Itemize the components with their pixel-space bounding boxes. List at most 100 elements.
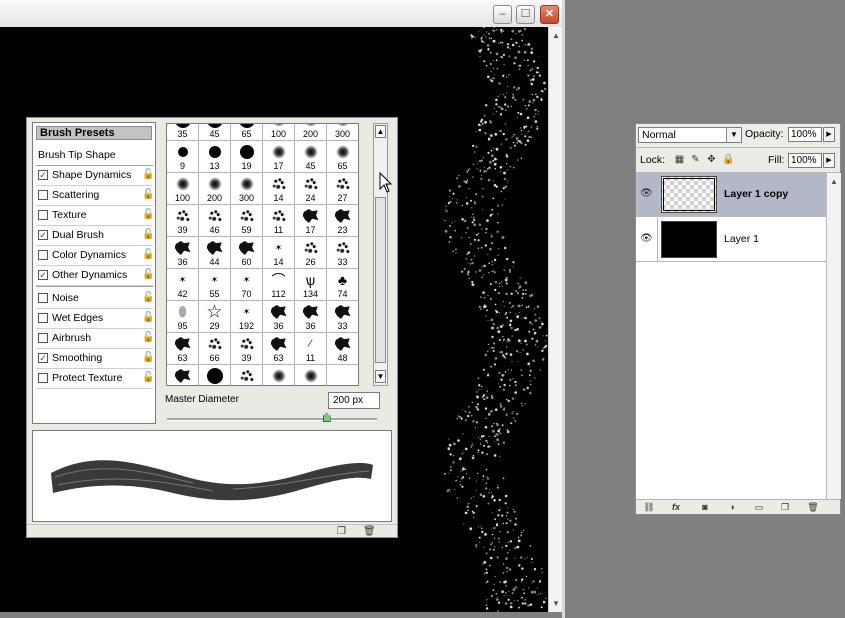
layer-row-layer-1[interactable]: 👁 Layer 1 xyxy=(636,218,826,262)
checkbox[interactable] xyxy=(38,210,48,220)
scroll-up-arrow-icon[interactable]: ▲ xyxy=(375,125,386,138)
brush-preset[interactable]: 45 xyxy=(199,124,231,141)
checkbox[interactable]: ✓ xyxy=(38,270,48,280)
adjustment-icon[interactable]: ◑ xyxy=(725,502,739,513)
brush-preset[interactable]: 35 xyxy=(167,124,199,141)
fill-flyout-arrow-icon[interactable]: ▶ xyxy=(823,153,835,168)
brush-preset[interactable]: ✶ 192 xyxy=(231,301,263,333)
brush-preset[interactable]: 14 xyxy=(263,173,295,205)
brush-preset[interactable]: 48 xyxy=(327,333,358,365)
blend-mode-select[interactable]: Normal ▼ xyxy=(638,127,742,143)
mask-icon[interactable]: ◙ xyxy=(698,502,712,513)
lock-icon[interactable]: 🔓 xyxy=(142,190,154,200)
brush-preset[interactable]: 36 xyxy=(295,301,327,333)
checkbox[interactable]: ✓ xyxy=(38,230,48,240)
close-button[interactable]: ✕ xyxy=(540,5,559,24)
brush-preset[interactable]: 23 xyxy=(327,205,358,237)
brush-preset[interactable]: 32 xyxy=(167,365,199,385)
brush-preset[interactable]: ⌒ 112 xyxy=(263,269,295,301)
brush-preset[interactable]: ♣ 74 xyxy=(327,269,358,301)
lock-icon[interactable]: 🔓 xyxy=(142,313,154,323)
checkbox[interactable] xyxy=(38,250,48,260)
lock-icon[interactable]: 🔓 xyxy=(142,373,154,383)
brush-preset[interactable]: 27 xyxy=(327,173,358,205)
brush-option-dual-brush[interactable]: ✓ Dual Brush 🔓 xyxy=(36,226,154,246)
scroll-down-arrow-icon[interactable]: ▼ xyxy=(375,370,386,383)
fill-input[interactable]: 100% xyxy=(788,153,822,168)
brush-preset[interactable]: 39 xyxy=(231,333,263,365)
layers-scrollbar[interactable]: ▲ xyxy=(826,173,841,499)
folder-icon[interactable]: ▭ xyxy=(752,502,766,513)
brush-preset[interactable]: 45 xyxy=(295,365,327,385)
checkbox[interactable] xyxy=(38,313,48,323)
master-diameter-slider-knob[interactable] xyxy=(322,413,331,422)
brush-preset[interactable]: 300 xyxy=(327,124,358,141)
lock-icon[interactable]: 🔓 xyxy=(142,250,154,260)
scroll-up-arrow-icon[interactable]: ▲ xyxy=(550,29,562,42)
brush-preset[interactable]: 44 xyxy=(199,237,231,269)
scroll-thumb[interactable] xyxy=(375,197,386,363)
brush-tip-shape-item[interactable]: Brush Tip Shape xyxy=(36,146,153,165)
brush-preset[interactable]: 200 xyxy=(199,173,231,205)
opacity-input[interactable]: 100% xyxy=(788,127,822,142)
brush-option-texture[interactable]: Texture 🔓 xyxy=(36,206,154,226)
brush-preset[interactable]: ѱ 134 xyxy=(295,269,327,301)
brush-preset[interactable]: ⁄ 11 xyxy=(295,333,327,365)
brush-option-shape-dynamics[interactable]: ✓ Shape Dynamics 🔓 xyxy=(36,166,154,186)
brush-preset[interactable]: 75 xyxy=(263,365,295,385)
brush-preset[interactable]: 63 xyxy=(263,333,295,365)
brush-preset[interactable]: 13 xyxy=(199,141,231,173)
brush-preset[interactable]: 55 xyxy=(199,365,231,385)
scroll-down-arrow-icon[interactable]: ▼ xyxy=(550,597,562,610)
new-brush-icon[interactable]: ❐ xyxy=(336,526,347,537)
lock-icon[interactable]: 🔓 xyxy=(142,230,154,240)
checkbox[interactable] xyxy=(38,373,48,383)
lock-icon[interactable]: 🔓 xyxy=(142,170,154,180)
trash-icon[interactable]: 🗑 xyxy=(806,502,820,513)
brush-option-wet-edges[interactable]: Wet Edges 🔓 xyxy=(36,309,154,329)
maximize-button[interactable]: ☐ xyxy=(516,5,535,24)
brush-preset[interactable]: 100 xyxy=(263,124,295,141)
document-vertical-scrollbar[interactable]: ▲ ▼ xyxy=(548,27,563,612)
master-diameter-slider-track[interactable] xyxy=(167,418,377,421)
brush-preset[interactable]: 17 xyxy=(263,141,295,173)
eye-icon[interactable]: 👁 xyxy=(640,234,653,244)
checkbox[interactable] xyxy=(38,190,48,200)
brush-preset[interactable]: 63 xyxy=(167,333,199,365)
brush-preset[interactable]: 65 xyxy=(327,141,358,173)
brush-preset[interactable]: 39 xyxy=(167,205,199,237)
brush-option-noise[interactable]: Noise 🔓 xyxy=(36,289,154,309)
brush-preset[interactable]: ✶ 55 xyxy=(199,269,231,301)
brush-option-smoothing[interactable]: ✓ Smoothing 🔓 xyxy=(36,349,154,369)
opacity-flyout-arrow-icon[interactable]: ▶ xyxy=(823,127,835,142)
chevron-down-icon[interactable]: ▼ xyxy=(726,128,741,142)
brush-preset[interactable]: 9 xyxy=(167,141,199,173)
checkbox[interactable]: ✓ xyxy=(38,170,48,180)
brush-preset[interactable]: ✶ 14 xyxy=(263,237,295,269)
lock-transparency-icon[interactable]: ▦ xyxy=(674,154,685,165)
brush-grid-scrollbar[interactable]: ▲ ▼ xyxy=(373,123,388,386)
brush-preset[interactable]: 100 xyxy=(231,365,263,385)
brush-preset[interactable]: 59 xyxy=(231,205,263,237)
lock-icon[interactable]: 🔓 xyxy=(142,293,154,303)
link-icon[interactable]: ⛓ xyxy=(642,502,656,513)
brush-preset[interactable]: 17 xyxy=(295,205,327,237)
checkbox[interactable]: ✓ xyxy=(38,353,48,363)
brush-presets-grid[interactable]: 35 45 65 100 200 300 9 13 19 17 45 65 100 200 300 14 24 2… xyxy=(166,123,359,386)
lock-position-icon[interactable]: ✥ xyxy=(706,154,717,165)
brush-preset[interactable]: 33 xyxy=(327,237,358,269)
fx-icon[interactable]: fx xyxy=(669,502,683,513)
brush-preset[interactable]: 300 xyxy=(231,173,263,205)
brush-preset[interactable]: ⬮ 95 xyxy=(167,301,199,333)
lock-icon[interactable]: 🔓 xyxy=(142,270,154,280)
brush-option-color-dynamics[interactable]: Color Dynamics 🔓 xyxy=(36,246,154,266)
checkbox[interactable] xyxy=(38,333,48,343)
brush-option-other-dynamics[interactable]: ✓ Other Dynamics 🔓 xyxy=(36,266,154,286)
eye-icon[interactable]: 👁 xyxy=(640,189,653,199)
checkbox[interactable] xyxy=(38,293,48,303)
lock-all-icon[interactable]: 🔒 xyxy=(722,154,734,165)
brush-preset[interactable]: 26 xyxy=(295,237,327,269)
trash-icon[interactable]: 🗑 xyxy=(363,526,376,537)
brush-preset[interactable]: 36 xyxy=(167,237,199,269)
brush-preset[interactable]: 45 xyxy=(295,141,327,173)
